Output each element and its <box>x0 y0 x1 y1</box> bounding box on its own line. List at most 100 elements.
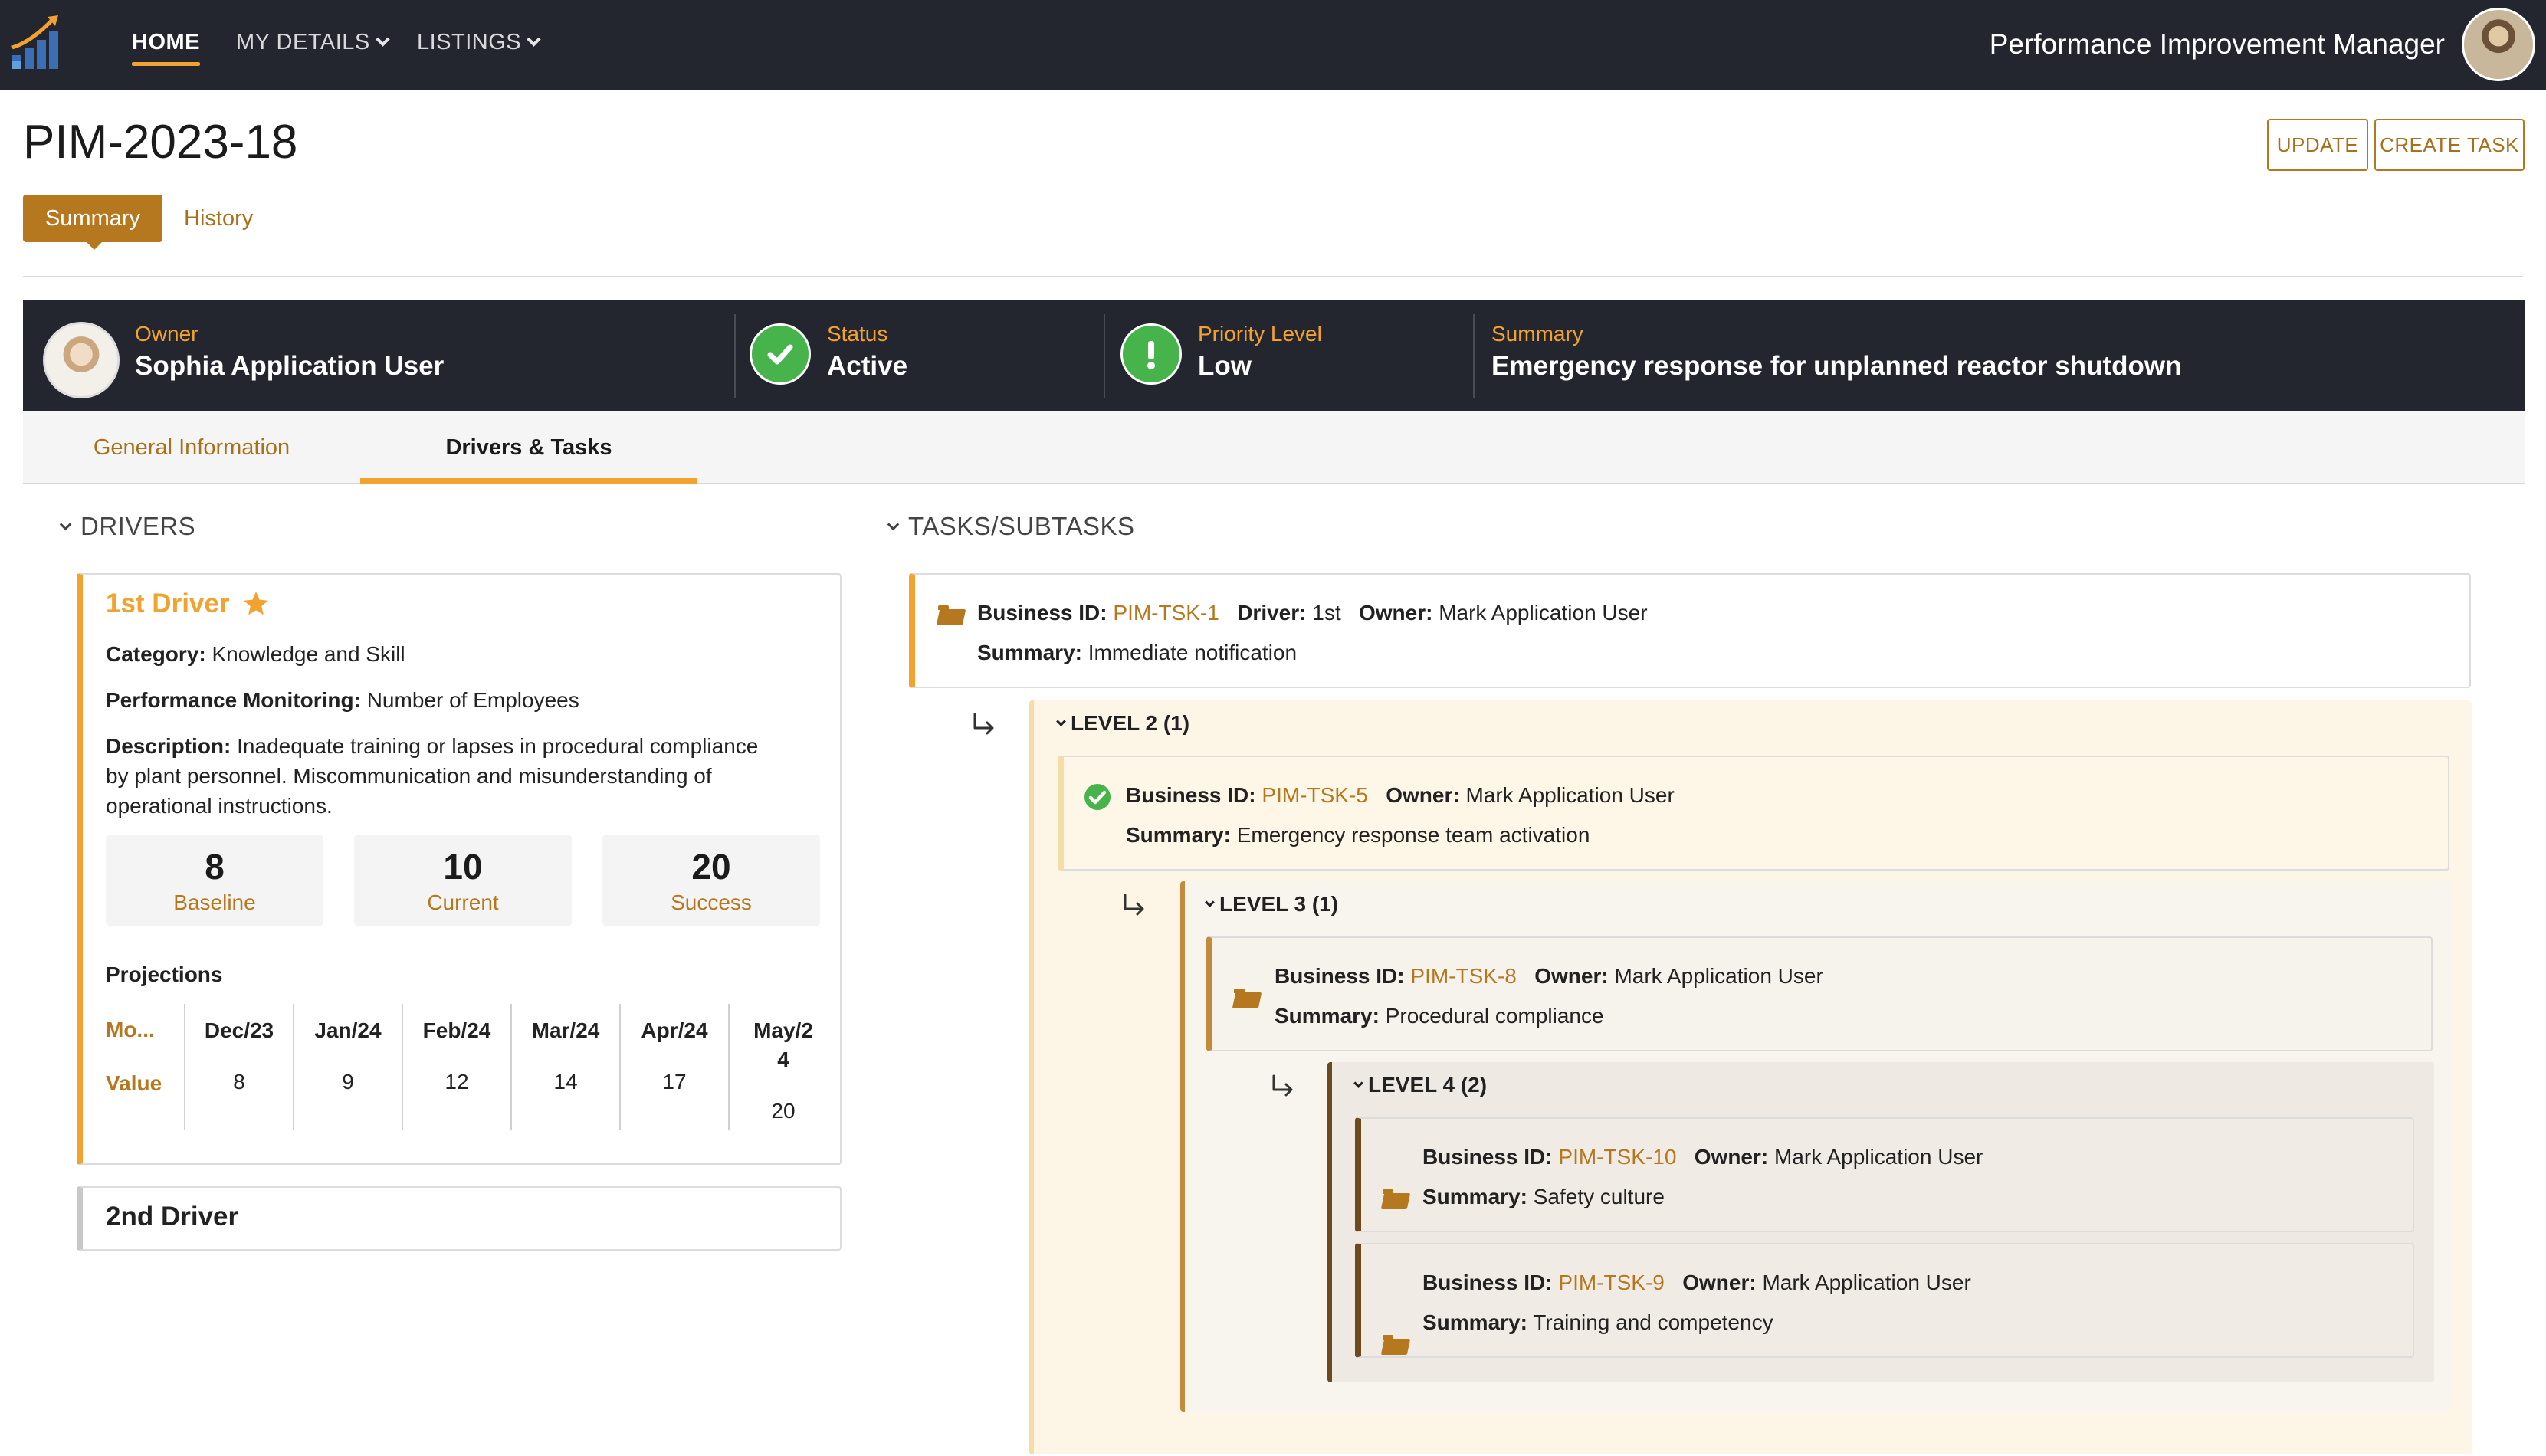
summary-block: Summary Emergency response for unplanned… <box>1491 322 2181 382</box>
stat-success: 20 Success <box>602 835 820 926</box>
level-2-toggle[interactable]: LEVEL 2 (1) <box>1056 711 1189 736</box>
summary-value: Emergency response for unplanned reactor… <box>1491 351 2182 381</box>
owner-label: Owner: <box>1358 601 1433 625</box>
description-line: operational instructions. <box>106 794 333 818</box>
projection-col: Mar/24 14 <box>512 1016 619 1094</box>
task-summary: Immediate notification <box>1088 641 1298 664</box>
projection-month: Jan/24 <box>314 1018 382 1042</box>
description-line: by plant personnel. Miscommunication and… <box>106 764 712 788</box>
task-card[interactable] <box>1355 1243 2414 1358</box>
summary-label: Summary: <box>1422 1185 1527 1208</box>
task-owner: Mark Application User <box>1465 783 1675 807</box>
monitoring-value: Number of Employees <box>366 688 579 712</box>
chevron-down-icon <box>527 31 541 47</box>
description-line: Inadequate training or lapses in procedu… <box>237 734 759 758</box>
chevron-down-icon <box>59 518 72 530</box>
stat-label: Current <box>427 890 499 914</box>
chevron-down-icon <box>1353 1077 1363 1088</box>
folder-icon <box>1383 1335 1409 1355</box>
driver-category: Category: Knowledge and Skill <box>106 639 405 669</box>
tab-general-information[interactable]: General Information <box>23 411 360 484</box>
tab-drivers-tasks-label: Drivers & Tasks <box>445 435 612 460</box>
priority-label: Priority Level <box>1198 322 1322 346</box>
task-card[interactable] <box>1206 936 2433 1051</box>
task-card[interactable] <box>909 573 2471 688</box>
projection-value: 8 <box>233 1070 245 1094</box>
task-id-link[interactable]: PIM-TSK-9 <box>1558 1271 1664 1294</box>
tab-drivers-tasks[interactable]: Drivers & Tasks <box>360 411 697 484</box>
page-title: PIM-2023-18 <box>23 116 298 169</box>
subtask-arrow-icon <box>1124 894 1144 916</box>
task-card[interactable] <box>1058 756 2449 871</box>
task-summary: Training and competency <box>1533 1310 1773 1334</box>
task-summary-line: Summary: Safety culture <box>1422 1185 1665 1209</box>
banner-separator <box>1473 314 1475 398</box>
projection-value: 17 <box>662 1070 687 1094</box>
task-id-link[interactable]: PIM-TSK-10 <box>1558 1145 1676 1169</box>
subtask-arrow-icon <box>1272 1074 1293 1097</box>
driver-title: 1st Driver <box>106 589 230 618</box>
stat-label: Baseline <box>173 890 256 914</box>
projection-col: Apr/24 17 <box>621 1016 728 1094</box>
nav-home[interactable]: HOME <box>132 0 200 84</box>
drivers-section-toggle[interactable]: DRIVERS <box>59 512 195 541</box>
projection-value: 9 <box>342 1070 354 1094</box>
star-icon <box>244 592 269 615</box>
banner-separator <box>1104 314 1105 398</box>
stat-value: 10 <box>443 847 483 887</box>
projection-month: Apr/24 <box>641 1018 708 1042</box>
summary-label: Summary <box>1491 322 1583 346</box>
update-button[interactable]: UPDATE <box>2267 119 2368 171</box>
tab-summary[interactable]: Summary <box>23 195 162 242</box>
task-header-line: Business ID: PIM-TSK-5 Owner: Mark Appli… <box>1126 783 1675 808</box>
app-logo[interactable] <box>9 11 69 72</box>
task-id-link[interactable]: PIM-TSK-5 <box>1262 783 1367 807</box>
summary-label: Summary: <box>1422 1310 1527 1334</box>
banner-separator <box>734 314 736 398</box>
create-task-button[interactable]: CREATE TASK <box>2374 119 2525 171</box>
task-card[interactable] <box>1355 1117 2414 1232</box>
task-summary-line: Summary: Emergency response team activat… <box>1126 823 1590 848</box>
tab-history[interactable]: History <box>184 195 253 242</box>
task-id-link[interactable]: PIM-TSK-1 <box>1113 601 1219 625</box>
driver-title-row: 1st Driver <box>106 589 271 619</box>
projections-label: Projections <box>106 962 223 986</box>
task-summary: Emergency response team activation <box>1236 823 1590 847</box>
nav-listings[interactable]: LISTINGS <box>417 0 541 84</box>
projection-value-header: Value <box>106 1071 162 1095</box>
status-block: Status Active <box>827 322 907 382</box>
task-header-line: Business ID: PIM-TSK-8 Owner: Mark Appli… <box>1275 964 1823 989</box>
chevron-down-icon <box>887 518 900 530</box>
active-tab-caret <box>85 241 103 250</box>
level-3-toggle[interactable]: LEVEL 3 (1) <box>1205 892 1338 917</box>
projection-value: 12 <box>445 1070 469 1094</box>
task-id-link[interactable]: PIM-TSK-8 <box>1410 964 1516 988</box>
owner-label: Owner: <box>1386 783 1460 807</box>
task-summary-line: Summary: Immediate notification <box>977 641 1297 665</box>
driver-description: Description: Inadequate training or laps… <box>106 731 826 821</box>
tasks-section-toggle[interactable]: TASKS/SUBTASKS <box>887 512 1135 541</box>
owner-label: Owner: <box>1534 964 1609 988</box>
task-summary-line: Summary: Procedural compliance <box>1275 1004 1604 1028</box>
business-id-label: Business ID: <box>1422 1271 1553 1294</box>
chevron-down-icon <box>1056 716 1066 726</box>
category-label: Category: <box>106 642 206 666</box>
level-4-toggle[interactable]: LEVEL 4 (2) <box>1353 1073 1487 1097</box>
owner-label: Owner <box>135 322 198 346</box>
nav-my-details-label: MY DETAILS <box>236 29 370 54</box>
nav-my-details[interactable]: MY DETAILS <box>236 0 390 84</box>
priority-block: Priority Level Low <box>1198 322 1322 382</box>
app-title: Performance Improvement Manager <box>1989 28 2445 60</box>
chevron-down-icon <box>1205 897 1215 907</box>
owner-avatar <box>43 322 120 398</box>
task-owner: Mark Application User <box>1762 1271 1971 1294</box>
task-header-line: Business ID: PIM-TSK-9 Owner: Mark Appli… <box>1422 1271 1971 1295</box>
check-circle-icon <box>750 323 811 385</box>
task-summary-line: Summary: Training and competency <box>1422 1310 1773 1335</box>
user-avatar[interactable] <box>2462 8 2535 81</box>
task-owner: Mark Application User <box>1774 1145 1983 1169</box>
business-id-label: Business ID: <box>977 601 1107 625</box>
summary-label: Summary: <box>1275 1004 1380 1028</box>
stat-value: 20 <box>691 847 731 887</box>
stat-baseline: 8 Baseline <box>106 835 323 926</box>
